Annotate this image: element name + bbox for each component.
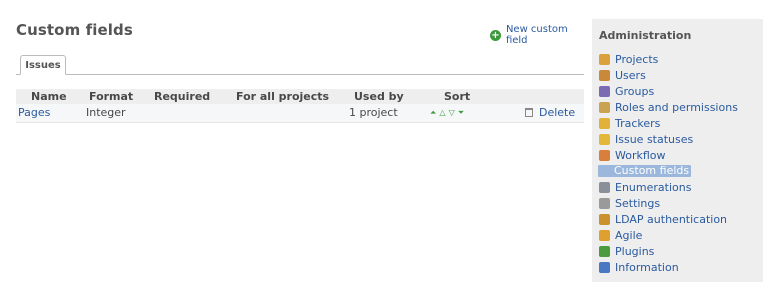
sidebar-item-label[interactable]: Users (615, 69, 646, 82)
delete-button[interactable]: Delete (525, 106, 575, 119)
sidebar-item-label[interactable]: Projects (615, 53, 658, 66)
groups-icon (599, 85, 610, 97)
sidebar-title: Administration (599, 29, 692, 42)
column-sort: Sort (444, 90, 471, 103)
custom-field-name-link[interactable]: Pages (18, 106, 50, 119)
table-row: Pages Integer 1 project ⏶ △ ▽ ⏷ Delete (16, 104, 584, 123)
sidebar-item-ldap-authentication[interactable]: LDAP authentication (599, 211, 738, 227)
settings-icon (599, 197, 610, 209)
column-for-all-projects: For all projects (236, 90, 330, 103)
sidebar-item-label[interactable]: Trackers (615, 117, 660, 130)
sidebar-item-label[interactable]: Workflow (615, 149, 666, 162)
sidebar-item-custom-fields[interactable]: Custom fields (598, 163, 738, 179)
custom-field-format: Integer (86, 106, 126, 119)
agile-icon (599, 229, 610, 241)
move-down-icon[interactable]: ▽ (449, 108, 455, 118)
new-custom-field-label[interactable]: New custom field (506, 24, 592, 46)
sort-controls: ⏶ △ ▽ ⏷ (430, 108, 464, 118)
sidebar-item-agile[interactable]: Agile (599, 227, 738, 243)
sidebar-item-trackers[interactable]: Trackers (599, 115, 738, 131)
issue-statuses-icon (599, 133, 610, 145)
sidebar-item-label[interactable]: Custom fields (598, 165, 692, 177)
move-bottom-icon[interactable]: ⏷ (458, 108, 464, 118)
sidebar-item-projects[interactable]: Projects (599, 51, 738, 67)
column-format: Format (89, 90, 134, 103)
sidebar-item-roles-and-permissions[interactable]: Roles and permissions (599, 99, 738, 115)
sidebar-item-label[interactable]: Issue statuses (615, 133, 693, 146)
sidebar-item-label[interactable]: Settings (615, 197, 660, 210)
sidebar-item-label[interactable]: Roles and permissions (615, 101, 738, 114)
main-content: Custom fields + New custom field Issues … (0, 0, 592, 297)
roles-icon (599, 101, 610, 113)
new-custom-field-link[interactable]: + New custom field (490, 24, 592, 46)
users-icon (599, 69, 610, 81)
trackers-icon (599, 117, 610, 129)
sidebar-item-settings[interactable]: Settings (599, 195, 738, 211)
delete-label[interactable]: Delete (539, 106, 575, 119)
ldap-icon (599, 213, 610, 225)
tabs-divider (16, 74, 584, 75)
column-required: Required (154, 90, 211, 103)
sidebar-item-issue-statuses[interactable]: Issue statuses (599, 131, 738, 147)
sidebar-item-workflow[interactable]: Workflow (599, 147, 738, 163)
plugins-icon (599, 245, 610, 257)
column-used-by: Used by (354, 90, 404, 103)
information-icon (599, 261, 610, 273)
sidebar-item-groups[interactable]: Groups (599, 83, 738, 99)
table-header: Name Format Required For all projects Us… (16, 89, 584, 104)
custom-field-used-by: 1 project (349, 106, 398, 119)
move-up-icon[interactable]: △ (439, 108, 445, 118)
sidebar-item-plugins[interactable]: Plugins (599, 243, 738, 259)
sidebar-item-information[interactable]: Information (599, 259, 738, 275)
sidebar-item-enumerations[interactable]: Enumerations (599, 179, 738, 195)
column-name: Name (31, 90, 67, 103)
trash-icon (525, 108, 533, 117)
admin-menu: Projects Users Groups Roles and permissions… (598, 51, 738, 275)
page-title: Custom fields (16, 21, 133, 39)
sidebar: Administration Projects Users Groups Roles … (592, 19, 763, 282)
projects-icon (599, 53, 610, 65)
move-top-icon[interactable]: ⏶ (430, 108, 436, 118)
sidebar-item-label[interactable]: Plugins (615, 245, 654, 258)
sidebar-item-label[interactable]: LDAP authentication (615, 213, 727, 226)
workflow-icon (599, 149, 610, 161)
add-icon: + (490, 29, 501, 41)
sidebar-item-label[interactable]: Agile (615, 229, 642, 242)
sidebar-item-label[interactable]: Information (615, 261, 679, 274)
sidebar-item-label[interactable]: Groups (615, 85, 654, 98)
tab-issues[interactable]: Issues (20, 55, 66, 75)
enumerations-icon (599, 181, 610, 193)
sidebar-item-users[interactable]: Users (599, 67, 738, 83)
sidebar-item-label[interactable]: Enumerations (615, 181, 691, 194)
